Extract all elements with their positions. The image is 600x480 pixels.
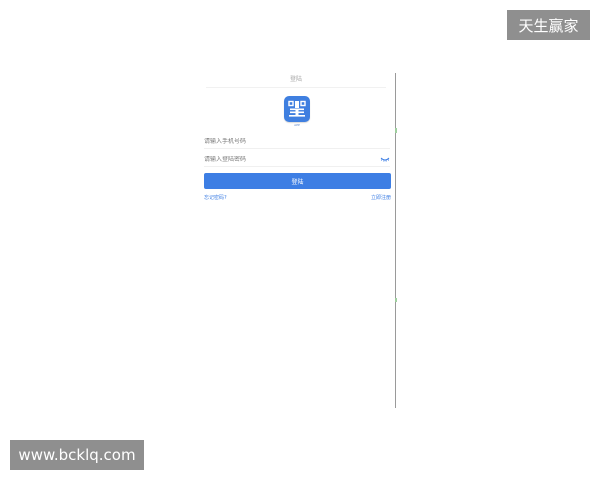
app-logo <box>284 96 310 122</box>
phone-field <box>204 134 390 149</box>
watermark-top-right: 天生赢家 <box>507 10 590 40</box>
edge-marker <box>395 298 397 302</box>
password-input[interactable] <box>204 155 374 163</box>
password-field <box>204 152 390 167</box>
login-button[interactable]: 登陆 <box>204 173 391 189</box>
phone-input[interactable] <box>204 137 374 145</box>
page-title: 登陆 <box>289 76 302 83</box>
edge-marker <box>395 128 397 133</box>
eye-icon[interactable] <box>380 155 390 163</box>
header-divider <box>206 87 386 88</box>
phone-login-screen: 登陆 APP 请输入手机号码 登陆 忘记密码? 立即注册 <box>196 70 396 408</box>
register-link[interactable]: 立即注册 <box>371 194 391 201</box>
forgot-password-link[interactable]: 忘记密码? <box>204 194 227 201</box>
logo-caption: APP <box>294 123 300 127</box>
logo-glyph-icon <box>288 100 306 117</box>
watermark-bottom-left: www.bcklq.com <box>10 440 144 470</box>
screen-edge-divider <box>395 73 396 408</box>
screenshot-canvas: 登陆 APP 请输入手机号码 登陆 忘记密码? 立即注册 天生赢家 www.bc… <box>0 0 600 480</box>
